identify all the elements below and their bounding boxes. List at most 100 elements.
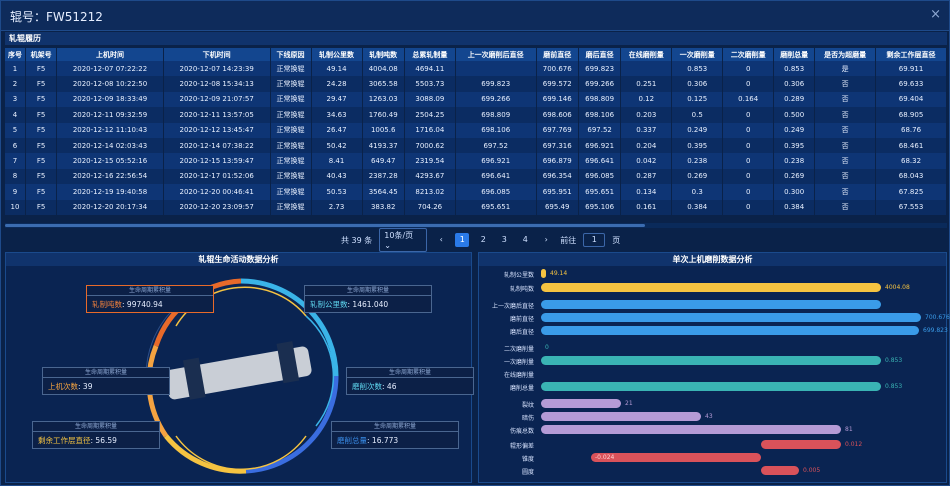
page-size-select[interactable]: 10条/页 ⌄ — [379, 228, 428, 252]
table-cell: 1 — [5, 61, 27, 77]
card-value: 39 — [82, 382, 93, 391]
pagination: 共 39 条 10条/页 ⌄ ‹ 1 2 3 4 › 前往 1 页 — [341, 228, 620, 252]
table-row[interactable]: 7 F5 2020-12-15 05:52:16 2020-12-15 13:59:4… — [5, 153, 947, 169]
horizontal-scrollbar[interactable] — [5, 223, 947, 228]
column-header: 磨前直径 — [536, 48, 579, 61]
table-cell: F5 — [25, 107, 58, 123]
table-cell: 2020-12-07 14:23:39 — [163, 61, 271, 77]
roll-history-table: 序号 机架号 上机时间 下机时间 下线原因 轧制公里数 轧制吨数 总累轧制量 上一次磨削后直径磨… — [5, 48, 947, 215]
table-row[interactable]: 2 F5 2020-12-08 10:22:50 2020-12-08 15:34:1… — [5, 76, 947, 92]
grinding-bar-chart: 轧制公里数 49.14 轧制吨数 4004.08 上一次磨后直径 磨前直径 700.676 磨… — [479, 266, 950, 482]
table-cell: 2020-12-16 22:56:54 — [56, 168, 164, 185]
table-row[interactable]: 10 F5 2020-12-20 20:17:34 2020-12-20 23:09:… — [5, 199, 947, 215]
table-cell: 69.911 — [875, 61, 947, 77]
table-cell: 正常换辊 — [270, 153, 312, 169]
table-cell: 4694.11 — [404, 61, 456, 77]
table-cell: 2020-12-20 23:09:57 — [163, 199, 271, 215]
table-cell: 0.238 — [773, 153, 816, 169]
table-row[interactable]: 3 F5 2020-12-09 18:33:49 2020-12-09 21:07:5… — [5, 91, 947, 108]
table-cell: 0.289 — [773, 91, 816, 108]
table-cell: 50.42 — [311, 137, 363, 154]
table-row[interactable]: 8 F5 2020-12-16 22:56:54 2020-12-17 01:52:0… — [5, 168, 947, 185]
prev-page-icon[interactable]: ‹ — [434, 233, 448, 247]
column-header: 轧制公里数 — [311, 48, 363, 61]
table-row[interactable]: 1 F5 2020-12-07 07:22:22 2020-12-07 14:23:3… — [5, 61, 947, 77]
roll-detail-window: 辊号：FW51212 × 轧辊履历 序号 机架号 上机时间 下机时间 下线原因 轧制公里数… — [0, 0, 950, 486]
column-header: 在线磨削量 — [620, 48, 673, 61]
table-cell: 7 — [5, 153, 27, 169]
table-cell: 3564.45 — [362, 184, 405, 200]
scrollbar-thumb[interactable] — [5, 224, 645, 227]
bar-mark — [541, 382, 881, 392]
table-cell: 0.12 — [620, 91, 673, 108]
table-cell: 67.553 — [875, 199, 947, 215]
bar-label: 锥度 — [521, 455, 534, 463]
lifecycle-panel: 轧辊生命活动数据分析 生命周期累积量 轧制吨数: 99740.94 生命周期累积量… — [5, 252, 474, 483]
page-4[interactable]: 4 — [518, 233, 532, 247]
bar-mark — [761, 465, 799, 475]
table-cell: 695.651 — [455, 199, 537, 215]
card-label: 轧制吨数 — [92, 300, 122, 309]
bar-mark — [541, 411, 701, 421]
table-cell: 696.641 — [455, 168, 537, 185]
table-cell: 3 — [5, 91, 27, 108]
table-cell: 2020-12-12 13:45:47 — [163, 122, 271, 138]
goto-label: 前往 — [560, 235, 577, 245]
page-size-value: 10条/页 — [384, 231, 414, 240]
table-cell: 3065.58 — [362, 76, 405, 92]
column-header: 总累轧制量 — [404, 48, 456, 61]
table-cell — [455, 61, 537, 77]
card-grind-count: 生命周期累积量 磨削次数: 46 — [346, 367, 474, 395]
table-row[interactable]: 5 F5 2020-12-12 11:10:43 2020-12-12 13:45:4… — [5, 122, 947, 138]
card-label: 磨削总量 — [337, 436, 367, 445]
table-cell: 0 — [722, 61, 775, 77]
bar-label: 辊形偏差 — [509, 442, 534, 450]
grinding-panel: 单次上机磨削数据分析 轧制公里数 49.14 轧制吨数 4004.08 上一次磨后直径磨… — [478, 252, 950, 483]
table-cell: 否 — [814, 91, 877, 108]
table-row[interactable]: 6 F5 2020-12-14 02:03:43 2020-12-14 07:38:2… — [5, 137, 947, 154]
table-row[interactable]: 9 F5 2020-12-19 19:40:58 2020-12-20 00:46:4… — [5, 184, 947, 200]
table-cell: 8.41 — [311, 153, 363, 169]
table-cell: 699.823 — [455, 76, 537, 92]
table-cell: 2020-12-17 01:52:06 — [163, 168, 271, 185]
table-cell: 29.47 — [311, 91, 363, 108]
table-cell: 0.306 — [773, 76, 816, 92]
table-cell: 0 — [722, 199, 775, 215]
bar-mark — [541, 268, 546, 278]
page-2[interactable]: 2 — [476, 233, 490, 247]
table-cell: F5 — [25, 91, 58, 108]
table-cell: 68.461 — [875, 137, 947, 154]
bar-value: -0.024 — [595, 453, 615, 461]
bar-label: 一次磨削量 — [503, 359, 534, 366]
table-row[interactable]: 4 F5 2020-12-11 09:32:59 2020-12-11 13:57:0… — [5, 107, 947, 123]
next-page-icon[interactable]: › — [539, 233, 553, 247]
card-header: 生命周期累积量 — [332, 422, 458, 432]
card-label: 上机次数 — [48, 382, 78, 391]
card-mount-count: 生命周期累积量 上机次数: 39 — [42, 367, 170, 395]
table-cell: 0 — [722, 184, 775, 200]
table-cell: 2020-12-09 21:07:57 — [163, 91, 271, 108]
bar-label: 磨前直径 — [509, 316, 534, 324]
table-cell: 4004.08 — [362, 61, 405, 77]
table-cell: 0.300 — [773, 184, 816, 200]
table-cell: 699.266 — [578, 76, 622, 92]
table-cell: 0 — [722, 137, 775, 154]
column-header: 磨后直径 — [578, 48, 622, 61]
goto-page-input[interactable]: 1 — [583, 233, 606, 247]
page-1[interactable]: 1 — [455, 233, 470, 247]
bar-label: 磨削总量 — [509, 385, 534, 393]
table-cell: 0.249 — [773, 122, 816, 138]
section-title: 轧辊履历 — [5, 32, 947, 45]
column-header: 上一次磨削后直径 — [455, 48, 537, 61]
table-cell: 50.53 — [311, 184, 363, 200]
close-icon[interactable]: × — [930, 7, 941, 22]
table-cell: 0.384 — [773, 199, 816, 215]
table-cell: 0.042 — [620, 153, 673, 169]
table-cell: 7000.62 — [404, 137, 456, 154]
page-3[interactable]: 3 — [497, 233, 511, 247]
table-cell: 5 — [5, 122, 27, 138]
table-cell: 699.572 — [536, 76, 579, 92]
card-value: 99740.94 — [126, 300, 163, 309]
column-header: 一次磨削量 — [671, 48, 724, 61]
table-cell: F5 — [25, 153, 58, 169]
